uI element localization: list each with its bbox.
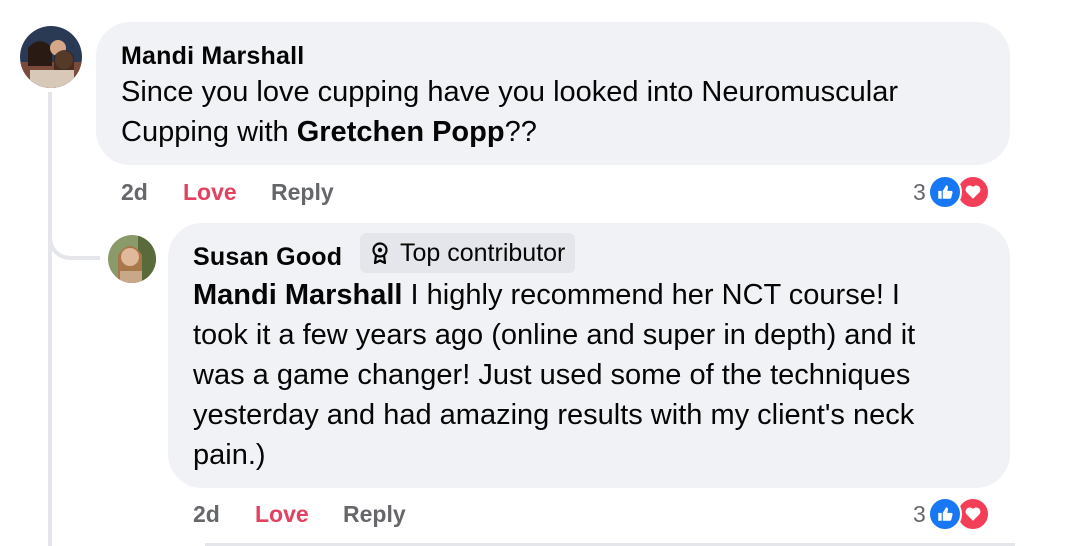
reply-reply-button[interactable]: Reply <box>343 501 406 528</box>
reply-reaction-count: 3 <box>913 500 926 527</box>
reply-avatar[interactable] <box>108 235 156 283</box>
like-icon <box>927 175 962 209</box>
like-icon <box>927 497 962 531</box>
thread-branch <box>48 200 100 260</box>
reply-text-line1: I highly recommend her NCT course! I <box>402 279 900 311</box>
comment-text-end: ?? <box>504 116 537 148</box>
reply-timestamp[interactable]: 2d <box>193 501 220 528</box>
badge-label: Top contributor <box>400 238 566 267</box>
reaction-count: 3 <box>913 178 926 205</box>
reply-mention-link[interactable]: Mandi Marshall <box>193 279 403 311</box>
reply-text-line5: pain.) <box>193 439 266 471</box>
mention-link[interactable]: Gretchen Popp <box>297 116 505 148</box>
comment-author[interactable]: Mandi Marshall <box>121 42 304 71</box>
comment-text: Since you love cupping have you looked i… <box>121 72 991 152</box>
reply-text-line4: yesterday and had amazing results with m… <box>193 399 915 431</box>
reaction-summary[interactable]: 3 <box>913 175 990 209</box>
reply-author[interactable]: Susan Good <box>193 243 342 272</box>
reply-text-line2: took it a few years ago (online and supe… <box>193 319 916 351</box>
top-contributor-icon <box>372 242 388 264</box>
reply-button[interactable]: Reply <box>271 179 334 206</box>
reply-bubble: Susan Good Top contributor Mandi Marshal… <box>168 223 1010 488</box>
comment-bubble: Mandi Marshall Since you love cupping ha… <box>96 22 1010 165</box>
thread-line <box>48 92 52 546</box>
comment-text-line2: Cupping with <box>121 116 297 148</box>
comment-text-line1: Since you love cupping have you looked i… <box>121 76 899 108</box>
reply-text-line3: was a game changer! Just used some of th… <box>193 359 911 391</box>
reply-avatar-photo <box>108 235 156 283</box>
comment-timestamp[interactable]: 2d <box>121 179 148 206</box>
avatar-photo <box>20 26 82 88</box>
avatar[interactable] <box>20 26 82 88</box>
top-contributor-badge[interactable]: Top contributor <box>360 233 576 273</box>
reply-love-reaction-button[interactable]: Love <box>255 501 309 528</box>
reply-reaction-summary[interactable]: 3 <box>913 497 990 531</box>
love-reaction-button[interactable]: Love <box>183 179 237 206</box>
reply-text: Mandi Marshall I highly recommend her NC… <box>193 275 993 475</box>
